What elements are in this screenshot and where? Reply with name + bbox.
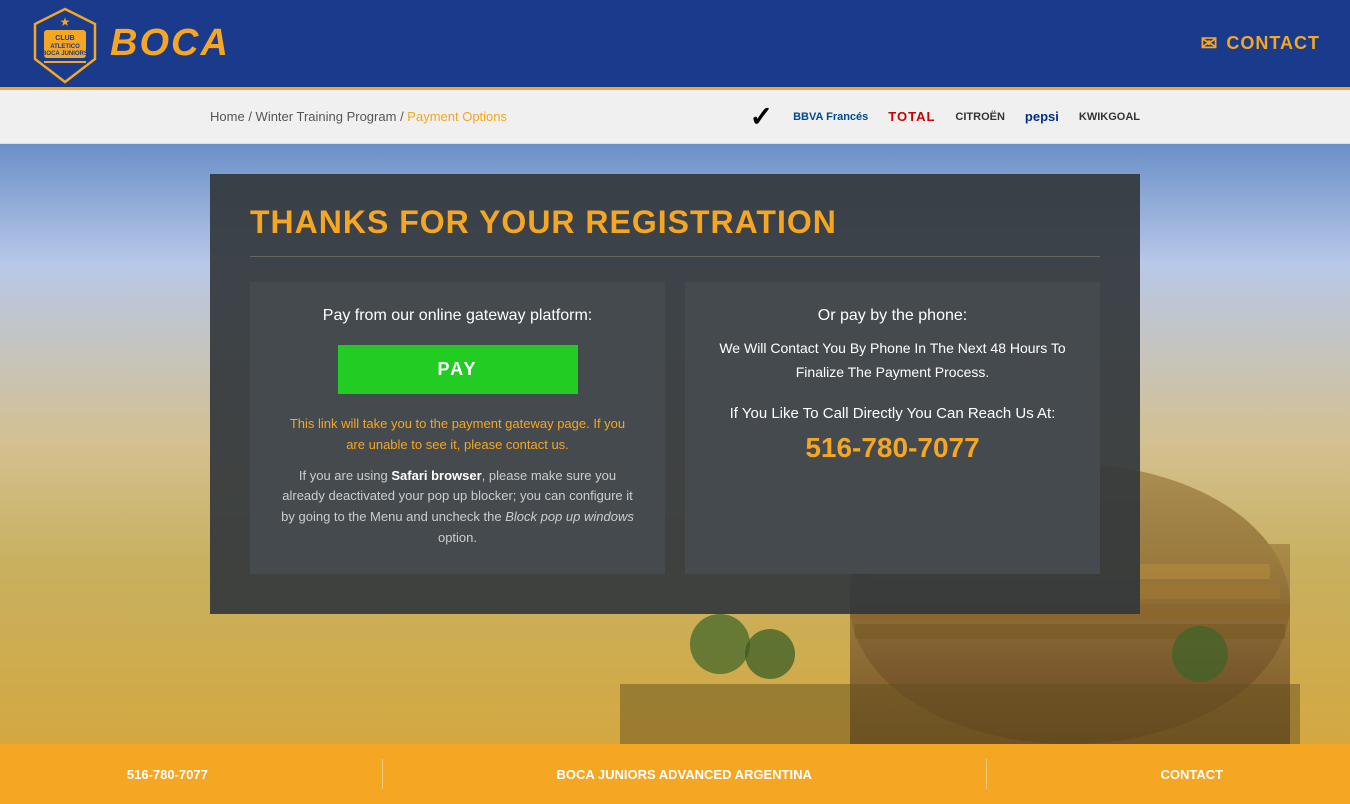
main-content: THANKS FOR YOUR REGISTRATION Pay from ou…	[0, 144, 1350, 744]
breadcrumb-bar: Home / Winter Training Program / Payment…	[0, 90, 1350, 144]
registration-box: THANKS FOR YOUR REGISTRATION Pay from ou…	[210, 174, 1140, 614]
contact-link[interactable]: ✉ CONTACT	[1201, 31, 1320, 56]
safari-bold: Safari browser	[391, 468, 481, 483]
phone-subtitle: We Will Contact You By Phone In The Next…	[715, 337, 1070, 385]
payment-panels: Pay from our online gateway platform: PA…	[250, 282, 1100, 574]
safari-end: option.	[438, 530, 477, 545]
breadcrumb: Home / Winter Training Program / Payment…	[210, 109, 507, 124]
payment-gateway-title: Pay from our online gateway platform:	[280, 307, 635, 325]
site-header: ★ CLUB ATLETICO BOCA JUNIORS BOCA ✉ CONT…	[0, 0, 1350, 90]
sponsors-bar: ✓ BBVA Francés TOTAL CITROËN pepsi KWIKG…	[750, 100, 1140, 133]
payment-left-panel: Pay from our online gateway platform: PA…	[250, 282, 665, 574]
phone-title: Or pay by the phone:	[715, 307, 1070, 325]
breadcrumb-sep1: /	[248, 109, 255, 124]
contact-label: CONTACT	[1226, 33, 1320, 54]
warning-text: This link will take you to the payment g…	[290, 416, 625, 452]
svg-text:CLUB: CLUB	[55, 35, 74, 42]
footer-phone: 516-780-7077	[127, 767, 208, 782]
section-divider	[250, 256, 1100, 257]
svg-text:BOCA JUNIORS: BOCA JUNIORS	[42, 51, 88, 57]
phone-number: 516-780-7077	[715, 432, 1070, 464]
content-wrapper: THANKS FOR YOUR REGISTRATION Pay from ou…	[0, 144, 1350, 644]
sponsor-kwikgoal: KWIKGOAL	[1079, 111, 1140, 123]
sponsor-nike: ✓	[750, 100, 773, 133]
registration-title: THANKS FOR YOUR REGISTRATION	[250, 204, 1100, 241]
footer-contact: CONTACT	[1160, 767, 1223, 782]
safari-note-before: If you are using	[299, 468, 392, 483]
logo-area: ★ CLUB ATLETICO BOCA JUNIORS BOCA	[30, 4, 230, 84]
payment-note: This link will take you to the payment g…	[280, 414, 635, 549]
breadcrumb-home[interactable]: Home	[210, 109, 245, 124]
sponsor-total: TOTAL	[888, 109, 935, 124]
footer-program: BOCA JUNIORS ADVANCED ARGENTINA	[556, 767, 811, 782]
cabj-shield-icon: ★ CLUB ATLETICO BOCA JUNIORS	[30, 4, 100, 84]
logo-text: BOCA	[110, 22, 230, 65]
sponsor-pepsi: pepsi	[1025, 109, 1059, 124]
site-footer: 516-780-7077 BOCA JUNIORS ADVANCED ARGEN…	[0, 744, 1350, 804]
email-icon: ✉	[1201, 31, 1219, 56]
breadcrumb-active: Payment Options	[407, 109, 507, 124]
call-text: If You Like To Call Directly You Can Rea…	[715, 405, 1070, 422]
block-popup-italic: Block pop up windows	[505, 509, 634, 524]
svg-text:ATLETICO: ATLETICO	[50, 44, 80, 50]
pay-button[interactable]: PAY	[338, 345, 578, 394]
sponsor-citroen: CITROËN	[955, 111, 1005, 123]
footer-divider-2	[986, 759, 987, 789]
footer-divider-1	[382, 759, 383, 789]
svg-text:★: ★	[60, 15, 71, 29]
payment-right-panel: Or pay by the phone: We Will Contact You…	[685, 282, 1100, 574]
sponsor-bbva: BBVA Francés	[793, 111, 868, 123]
breadcrumb-program[interactable]: Winter Training Program	[256, 109, 397, 124]
